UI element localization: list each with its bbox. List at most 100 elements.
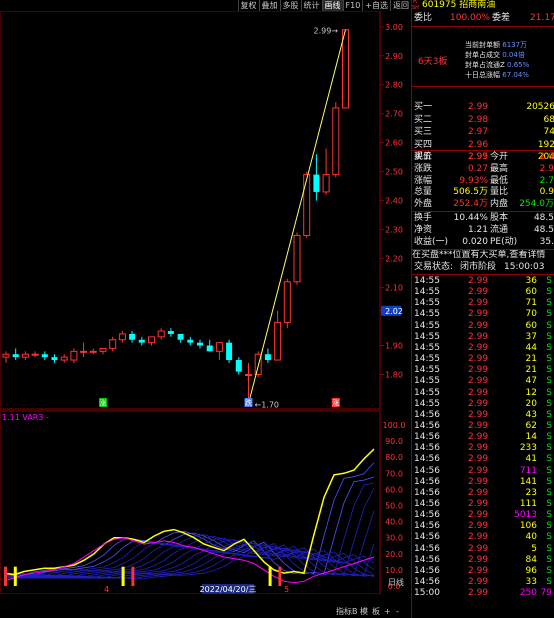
marker-left: 涨 <box>100 398 107 407</box>
tick-price: 2.99 <box>468 487 489 498</box>
order-row: 买二 2.98 68 <box>412 115 554 127</box>
bottom-tool-3[interactable]: + <box>384 606 391 618</box>
board-line-label: 封单占成交 <box>465 51 503 59</box>
fund-row: 换手 10.44% 股本 48.5 <box>412 213 554 225</box>
price-axis-label: 2.80 <box>385 81 403 90</box>
tick-vol: 23 <box>525 487 537 498</box>
toolbar-item-5[interactable]: F10 <box>342 0 363 11</box>
toolbar-item-0[interactable]: 复权 <box>237 0 259 11</box>
fund-value2: 35. <box>539 236 554 247</box>
bottom-tool-0[interactable]: 指标B <box>336 606 358 618</box>
tick-price: 2.99 <box>468 432 489 443</box>
order-vol: 74 <box>543 127 554 138</box>
tick-time: 14:55 <box>414 320 440 331</box>
toolbar-item-4[interactable]: 画线 <box>321 0 343 11</box>
fund-value2: 48.5 <box>533 213 554 223</box>
tick-row: 14:55 2.99 47 S <box>412 376 554 387</box>
tick-time: 14:56 <box>414 432 440 443</box>
tick-vol: 106 <box>519 521 537 532</box>
tick-side: S <box>546 465 552 476</box>
tick-vol: 111 <box>519 499 537 509</box>
day-label[interactable]: 日线 <box>388 577 404 587</box>
fan-line <box>4 483 375 577</box>
tick-price: 2.99 <box>468 398 489 409</box>
toolbar-item-6[interactable]: +自选 <box>362 0 390 11</box>
candle-body <box>41 354 48 358</box>
tick-side: S <box>546 365 552 376</box>
toolbar-item-1[interactable]: 叠加 <box>258 0 280 11</box>
tick-price: 2.99 <box>468 465 489 476</box>
tick-time: 14:56 <box>414 554 440 565</box>
tick-vol: 21 <box>525 354 537 365</box>
weibi-label: 委比 <box>414 13 433 23</box>
candle-body <box>245 374 252 377</box>
tick-price: 2.99 <box>468 298 489 309</box>
quote-value: 9.93% <box>459 175 488 186</box>
toolbar-item-3[interactable]: 统计 <box>300 0 322 11</box>
marker-right: 涨 <box>332 398 339 407</box>
tick-vol: 43 <box>525 409 537 420</box>
toolbar-item-2[interactable]: 多股 <box>279 0 301 11</box>
tick-side: S <box>546 565 552 576</box>
notice-link[interactable]: 在买盘***位置有大买单,查看详情 <box>412 250 554 262</box>
tick-vol: 141 <box>519 476 537 487</box>
top-toolbar: 复权 叠加 多股 统计 画线 F10 +自选 返回 <box>0 0 411 11</box>
tick-time: 14:56 <box>414 577 440 588</box>
tick-row: 14:55 2.99 36 S <box>412 276 554 287</box>
tick-row: 14:56 2.99 233 S <box>412 443 554 454</box>
indicator-axis-label: 50.0 <box>385 502 403 511</box>
quote-label2: 最低 <box>490 175 509 186</box>
tick-time: 14:55 <box>414 342 440 353</box>
quote-label: 涨跌 <box>414 163 433 174</box>
trade-status-row: 交易状态: 闭市阶段 15:00:03 <box>412 262 554 274</box>
bottom-left-num: 4 <box>104 585 109 594</box>
quote-value2: 2.8 <box>539 152 554 162</box>
tick-side: S <box>546 543 552 554</box>
candle-body <box>21 353 29 358</box>
candle-body <box>226 342 233 361</box>
stock-code-name: 601975 招商南油 <box>422 0 496 10</box>
signal-bar <box>278 566 282 586</box>
tick-time: 14:56 <box>414 510 440 521</box>
tick-vol: 41 <box>525 454 537 465</box>
tick-row: 14:56 2.99 141 S <box>412 477 554 488</box>
tick-side: S <box>546 577 552 588</box>
tick-price: 2.99 <box>468 577 489 588</box>
status-value: 闭市阶段 <box>460 262 497 272</box>
price-axis-label: 2.40 <box>385 197 403 206</box>
weibi-value: 100.00% <box>450 13 491 23</box>
tick-time: 14:55 <box>414 298 440 309</box>
candle-body <box>342 29 349 109</box>
bottom-tool-1[interactable]: 模 <box>360 606 368 618</box>
bottom-tool-2[interactable]: 板 <box>372 606 380 618</box>
candle-body <box>51 357 58 361</box>
quote-value2: 2.9 <box>539 163 554 174</box>
tick-price: 2.99 <box>468 409 489 420</box>
quote-value: 252.4万 <box>453 199 488 210</box>
board-line: 十日总涨幅 67.04% <box>465 70 529 80</box>
tick-side: S <box>546 376 552 387</box>
bottom-tool-4[interactable]: - <box>396 606 399 618</box>
tick-row: 14:56 2.99 5013 S <box>412 510 554 521</box>
tick-side: 79 <box>540 588 552 599</box>
board-line: 当前封单额 6137万 <box>465 40 527 50</box>
candle-body <box>177 333 184 340</box>
weicha-label: 委差 <box>492 13 511 23</box>
price-axis-label: 2.90 <box>385 52 403 61</box>
tick-vol: 44 <box>525 342 537 353</box>
tick-row: 14:56 2.99 33 S <box>412 577 554 588</box>
tick-side: S <box>546 287 552 298</box>
candle-body <box>215 342 223 352</box>
tick-price: 2.99 <box>468 476 489 487</box>
tick-vol: 33 <box>525 577 537 588</box>
tick-side: S <box>546 298 552 309</box>
tick-row: 14:55 2.99 60 S <box>412 287 554 298</box>
tick-price: 2.99 <box>468 420 489 431</box>
toolbar-item-7[interactable]: 返回 <box>390 0 411 11</box>
tick-price: 2.99 <box>468 376 489 387</box>
candle-body <box>109 339 117 349</box>
tick-side: S <box>546 342 552 353</box>
tick-price: 2.99 <box>468 499 489 509</box>
tick-time: 14:56 <box>414 409 440 420</box>
chart-area[interactable]: 3.00 2.90 2.80 2.70 2.60 2.50 2.40 2.30 2.20 2.10… <box>0 11 411 594</box>
